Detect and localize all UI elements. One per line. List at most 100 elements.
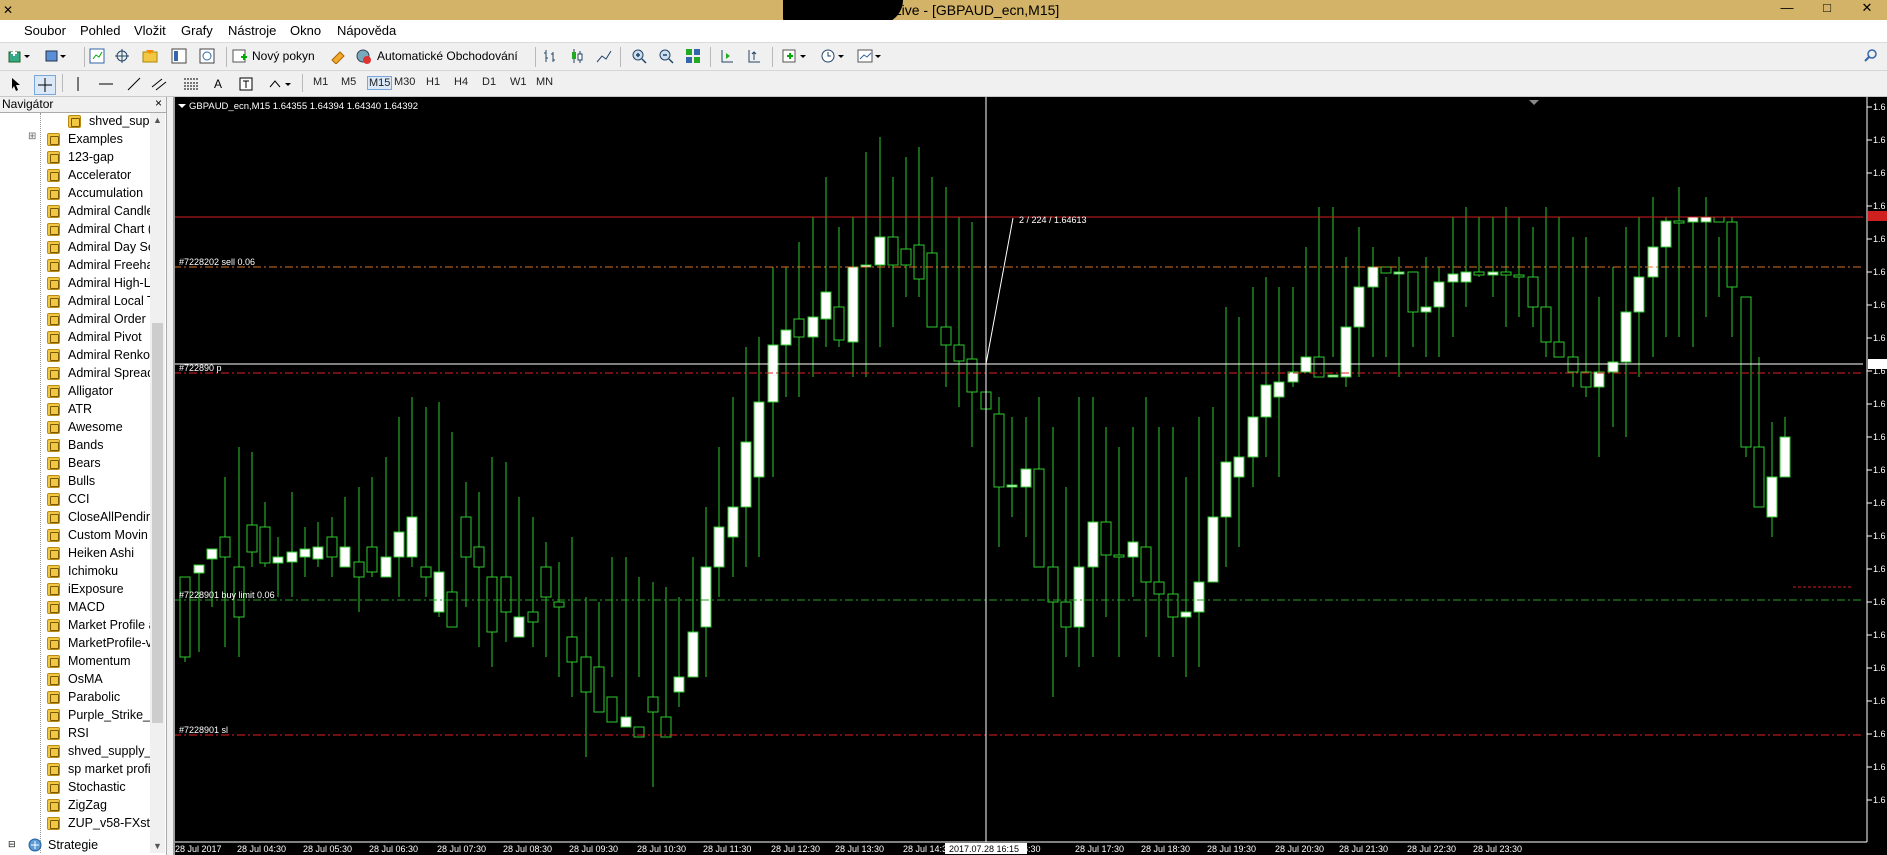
menu-vlozit[interactable]: Vložit [134,23,166,38]
profiles-button[interactable] [42,47,68,65]
tree-item[interactable]: Admiral High-L [47,274,150,292]
navigator-scrollbar[interactable]: ▲ ▼ [150,113,165,853]
maximize-button[interactable]: □ [1807,0,1847,18]
metaeditor-icon[interactable] [329,47,347,65]
menu-pohled[interactable]: Pohled [80,23,120,38]
timeframe-m30[interactable]: M30 [394,76,415,88]
tree-item[interactable]: shved_supp [68,113,150,130]
chart-shift-icon[interactable] [718,47,736,65]
tree-item[interactable]: RSI [47,724,89,742]
terminal-icon[interactable] [170,47,188,65]
tree-item[interactable]: Bands [47,436,103,454]
market-watch-icon[interactable] [88,47,106,65]
tree-item[interactable]: Purple_Strike_ir [47,706,150,724]
text-tool-icon[interactable]: A [210,75,226,93]
tree-item[interactable]: CCI [47,490,90,508]
indicator-icon [47,168,60,182]
line-chart-icon[interactable] [595,47,613,65]
expand-icon[interactable]: ⊞ [28,131,36,142]
channel-icon[interactable] [150,75,168,93]
candlestick-icon[interactable] [568,47,586,65]
trendline-icon[interactable] [126,75,142,93]
close-button[interactable]: ✕ [1847,0,1887,18]
tree-item[interactable]: MarketProfile-v [47,634,150,652]
tree-item[interactable]: ZUP_v58-FXstre [47,814,150,832]
timeframe-mn[interactable]: MN [536,76,553,88]
fibonacci-icon[interactable] [182,75,200,93]
crosshair-tool-icon[interactable] [34,75,56,95]
tree-item[interactable]: sp market profi [47,760,150,778]
tree-item[interactable]: Admiral Freeha [47,256,150,274]
menu-napoveda[interactable]: Nápověda [337,23,396,38]
menu-nastroje[interactable]: Nástroje [228,23,276,38]
tree-item[interactable]: Admiral Chart ( [47,220,150,238]
tree-item[interactable]: Admiral Candle [47,202,150,220]
scrollbar-thumb[interactable] [152,323,163,723]
tree-item[interactable]: Admiral Renko [47,346,150,364]
timeframe-w1[interactable]: W1 [510,76,527,88]
menu-grafy[interactable]: Grafy [181,23,213,38]
tree-item[interactable]: shved_supply_a [47,742,150,760]
tree-item[interactable]: Stochastic [47,778,126,796]
tree-item[interactable]: Bulls [47,472,95,490]
tree-item[interactable]: Ichimoku [47,562,118,580]
crosshair-data-icon[interactable] [113,47,131,65]
tree-item[interactable]: ZigZag [47,796,107,814]
tree-item[interactable]: 123-gap [47,148,114,166]
timeframe-d1[interactable]: D1 [482,76,496,88]
tree-item[interactable]: Accelerator [47,166,131,184]
tree-item[interactable]: Admiral Day Se [47,238,150,256]
tree-item[interactable]: Admiral Pivot [47,328,142,346]
tree-item[interactable]: Admiral Local T [47,292,150,310]
horizontal-line-icon[interactable] [98,75,114,93]
periods-button[interactable] [818,47,848,65]
timeframe-h1[interactable]: H1 [426,76,440,88]
new-chart-button[interactable] [6,47,32,65]
bar-chart-icon[interactable] [541,47,559,65]
auto-trading-button[interactable]: Automatické Obchodování [355,47,527,65]
tree-item[interactable]: Bears [47,454,101,472]
new-order-button[interactable]: Nový pokyn [232,47,322,65]
navigator-close-icon[interactable]: × [155,96,162,110]
tree-item[interactable]: Custom Movin [47,526,148,544]
tree-item[interactable]: Momentum [47,652,131,670]
timeframe-h4[interactable]: H4 [454,76,468,88]
tree-item[interactable]: Admiral Spread [47,364,150,382]
tree-item-strategie[interactable]: Strategie [26,836,98,854]
vertical-line-icon[interactable] [70,75,86,93]
tile-windows-icon[interactable] [684,47,702,65]
tree-item[interactable]: MACD [47,598,105,616]
tree-item[interactable]: Accumulation [47,184,143,202]
tree-item[interactable]: Examples [47,130,123,148]
tree-item[interactable]: CloseAllPendin [47,508,150,526]
timeframe-m15[interactable]: M15 [367,76,393,90]
tree-item[interactable]: Admiral Order [47,310,146,328]
text-label-icon[interactable] [238,75,254,93]
scroll-down-icon[interactable]: ▼ [153,841,162,851]
zoom-in-icon[interactable] [630,47,648,65]
tree-item[interactable]: Parabolic [47,688,120,706]
tree-item[interactable]: Alligator [47,382,113,400]
tree-item[interactable]: Market Profile a [47,616,150,634]
navigator-icon[interactable] [140,47,162,65]
minimize-button[interactable]: — [1767,0,1807,18]
collapse-icon[interactable]: ⊟ [8,839,16,850]
indicators-button[interactable] [780,47,810,65]
timeframe-m5[interactable]: M5 [341,76,356,88]
auto-scroll-icon[interactable] [745,47,763,65]
templates-button[interactable] [855,47,885,65]
tree-item[interactable]: Awesome [47,418,123,436]
arrows-button[interactable] [266,75,294,93]
menu-soubor[interactable]: Soubor [24,23,66,38]
timeframe-m1[interactable]: M1 [313,76,328,88]
tree-item[interactable]: Heiken Ashi [47,544,134,562]
tree-item[interactable]: ATR [47,400,92,418]
scroll-up-icon[interactable]: ▲ [153,115,162,125]
menu-okno[interactable]: Okno [290,23,321,38]
tree-item[interactable]: OsMA [47,670,103,688]
zoom-out-icon[interactable] [657,47,675,65]
search-icon[interactable] [1862,47,1880,65]
tree-item[interactable]: iExposure [47,580,124,598]
cursor-icon[interactable] [8,75,24,93]
strategy-tester-icon[interactable] [198,47,216,65]
